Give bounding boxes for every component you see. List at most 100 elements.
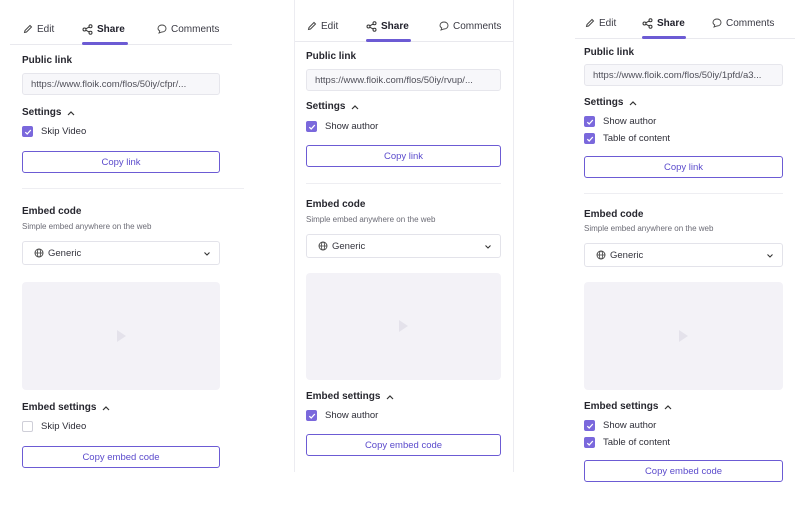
tab-comments[interactable]: Comments — [711, 8, 781, 38]
settings-label: Settings — [22, 107, 62, 118]
globe-icon — [317, 241, 328, 252]
embed-type-select[interactable]: Generic — [584, 243, 783, 267]
embed-type-select[interactable]: Generic — [22, 241, 220, 265]
settings-heading[interactable]: Settings — [22, 107, 76, 118]
public-link-heading: Public link — [22, 55, 73, 66]
active-tab-underline — [642, 36, 686, 39]
copy-embed-code-button[interactable]: Copy embed code — [22, 446, 220, 468]
tab-bar: Edit Share Comments — [295, 11, 513, 42]
chevron-down-icon — [766, 251, 774, 262]
embed-type-select[interactable]: Generic — [306, 234, 501, 258]
tab-comments-label: Comments — [726, 17, 775, 29]
active-tab-underline — [366, 39, 411, 42]
embed-code-heading: Embed code — [584, 209, 644, 220]
checkbox-unchecked[interactable] — [22, 421, 33, 432]
tab-edit[interactable]: Edit — [584, 8, 622, 38]
tab-edit[interactable]: Edit — [306, 11, 344, 41]
tab-comments[interactable]: Comments — [156, 14, 226, 44]
chevron-up-icon — [627, 97, 638, 108]
settings-heading[interactable]: Settings — [584, 97, 638, 108]
active-tab-underline — [82, 42, 128, 45]
tab-bar: Edit Share Comments — [10, 14, 232, 45]
settings-label: Settings — [584, 97, 624, 108]
copy-embed-code-button[interactable]: Copy embed code — [306, 434, 501, 456]
checkbox-checked[interactable] — [22, 126, 33, 137]
tab-share[interactable]: Share — [82, 14, 128, 45]
divider — [584, 193, 783, 194]
show-author-option[interactable]: Show author — [584, 116, 656, 127]
embed-preview — [22, 282, 220, 390]
option-label: Show author — [603, 116, 657, 127]
checkbox-checked[interactable] — [584, 420, 595, 431]
checkbox-checked[interactable] — [306, 410, 317, 421]
option-label: Show author — [325, 410, 379, 421]
checkbox-checked[interactable] — [306, 121, 317, 132]
play-icon — [679, 330, 688, 342]
copy-link-button[interactable]: Copy link — [306, 145, 501, 167]
public-link-heading: Public link — [306, 51, 357, 62]
public-link-field[interactable]: https://www.floik.com/flos/50iy/1pfd/a3.… — [584, 64, 783, 86]
option-label: Skip Video — [41, 421, 87, 432]
embed-settings-heading[interactable]: Embed settings — [22, 402, 111, 413]
embed-code-subtitle: Simple embed anywhere on the web — [584, 224, 714, 233]
embed-settings-heading[interactable]: Embed settings — [584, 401, 673, 412]
embed-settings-label: Embed settings — [584, 401, 659, 412]
tab-share-label: Share — [97, 23, 125, 35]
tab-comments[interactable]: Comments — [438, 11, 508, 41]
embed-code-subtitle: Simple embed anywhere on the web — [22, 222, 152, 231]
share-panel-3: Edit Share Comments Public link https://… — [575, 0, 795, 490]
public-link-field[interactable]: https://www.floik.com/flos/50iy/cfpr/... — [22, 73, 220, 95]
chevron-up-icon — [349, 101, 360, 112]
settings-heading[interactable]: Settings — [306, 101, 360, 112]
chevron-up-icon — [384, 391, 395, 402]
embed-code-subtitle: Simple embed anywhere on the web — [306, 215, 436, 224]
chevron-down-icon — [203, 249, 211, 260]
tab-comments-label: Comments — [453, 20, 502, 32]
embed-settings-label: Embed settings — [22, 402, 97, 413]
chevron-up-icon — [100, 402, 111, 413]
show-author-option[interactable]: Show author — [306, 121, 378, 132]
embed-settings-label: Embed settings — [306, 391, 381, 402]
play-icon — [399, 320, 408, 332]
skip-video-option[interactable]: Skip Video — [22, 126, 86, 137]
share-icon — [642, 17, 653, 29]
option-label: Table of content — [603, 437, 671, 448]
chevron-up-icon — [662, 401, 673, 412]
copy-embed-code-button[interactable]: Copy embed code — [584, 460, 783, 482]
public-link-field[interactable]: https://www.floik.com/flos/50iy/rvup/... — [306, 69, 501, 91]
tab-share-label: Share — [381, 20, 409, 32]
tab-edit-label: Edit — [37, 23, 55, 35]
copy-link-button[interactable]: Copy link — [584, 156, 783, 178]
select-value: Generic — [610, 249, 644, 261]
table-of-content-option[interactable]: Table of content — [584, 133, 670, 144]
tab-share[interactable]: Share — [366, 11, 411, 42]
tab-edit[interactable]: Edit — [22, 14, 60, 44]
tab-share[interactable]: Share — [642, 8, 686, 39]
checkbox-checked[interactable] — [584, 116, 595, 127]
embed-code-heading: Embed code — [306, 199, 366, 210]
select-value: Generic — [48, 247, 82, 259]
embed-settings-heading[interactable]: Embed settings — [306, 391, 395, 402]
tab-bar: Edit Share Comments — [575, 8, 795, 39]
share-icon — [366, 20, 377, 32]
table-of-content-embed-option[interactable]: Table of content — [584, 437, 670, 448]
show-author-embed-option[interactable]: Show author — [584, 420, 656, 431]
option-label: Show author — [325, 121, 379, 132]
option-label: Show author — [603, 420, 657, 431]
copy-link-button[interactable]: Copy link — [22, 151, 220, 173]
divider — [306, 183, 501, 184]
share-panel-2: Edit Share Comments Public link https://… — [294, 0, 514, 472]
show-author-embed-option[interactable]: Show author — [306, 410, 378, 421]
pencil-icon — [22, 24, 33, 35]
pencil-icon — [584, 18, 595, 29]
chevron-down-icon — [484, 242, 492, 253]
tab-share-label: Share — [657, 17, 685, 29]
checkbox-checked[interactable] — [584, 133, 595, 144]
checkbox-checked[interactable] — [584, 437, 595, 448]
globe-icon — [595, 250, 606, 261]
comment-icon — [711, 18, 722, 29]
tab-edit-label: Edit — [321, 20, 339, 32]
skip-video-embed-option[interactable]: Skip Video — [22, 421, 86, 432]
pencil-icon — [306, 21, 317, 32]
comment-icon — [156, 24, 167, 35]
